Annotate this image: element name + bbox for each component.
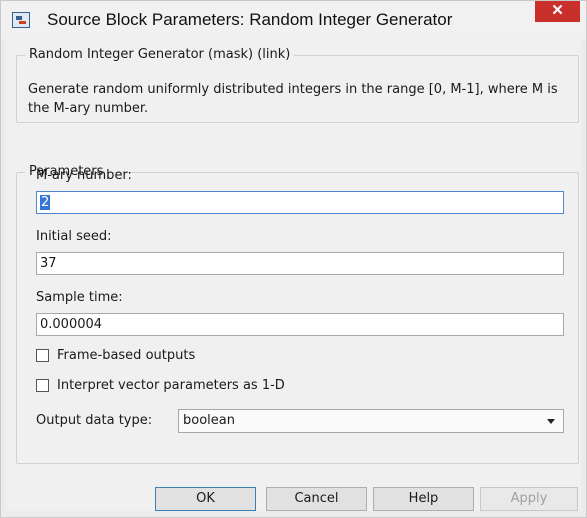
description-legend: Random Integer Generator (mask) (link) — [25, 47, 295, 62]
title-bar[interactable]: Source Block Parameters: Random Integer … — [1, 1, 586, 39]
mary-number-label: M-ary number: — [36, 168, 132, 183]
description-text: Generate random uniformly distributed in… — [28, 82, 558, 116]
simulink-block-icon — [12, 12, 30, 28]
frame-based-outputs-label[interactable]: Frame-based outputs — [57, 348, 195, 363]
initial-seed-label: Initial seed: — [36, 229, 112, 244]
dialog-content: Random Integer Generator (mask) (link) G… — [6, 39, 581, 511]
window-title: Source Block Parameters: Random Integer … — [47, 10, 453, 29]
apply-button[interactable]: Apply — [480, 487, 578, 511]
close-button[interactable]: ✕ — [535, 1, 580, 22]
mary-number-value: 2 — [40, 195, 51, 210]
output-data-type-value: boolean — [183, 413, 235, 428]
ok-button[interactable]: OK — [155, 487, 256, 511]
dropdown-arrow-icon — [547, 419, 555, 424]
interpret-vector-checkbox[interactable] — [36, 379, 49, 392]
output-data-type-select[interactable]: boolean — [178, 409, 564, 433]
sample-time-value: 0.000004 — [40, 317, 103, 332]
output-data-type-label: Output data type: — [36, 413, 153, 428]
sample-time-label: Sample time: — [36, 290, 123, 305]
help-button[interactable]: Help — [373, 487, 474, 511]
initial-seed-value: 37 — [40, 256, 57, 271]
close-icon: ✕ — [551, 2, 564, 19]
initial-seed-input[interactable]: 37 — [36, 252, 564, 275]
sample-time-input[interactable]: 0.000004 — [36, 313, 564, 336]
dialog-window: Source Block Parameters: Random Integer … — [0, 0, 587, 518]
interpret-vector-label[interactable]: Interpret vector parameters as 1-D — [57, 378, 285, 393]
frame-based-outputs-checkbox[interactable] — [36, 349, 49, 362]
mary-number-input[interactable]: 2 — [36, 191, 564, 214]
cancel-button[interactable]: Cancel — [266, 487, 367, 511]
